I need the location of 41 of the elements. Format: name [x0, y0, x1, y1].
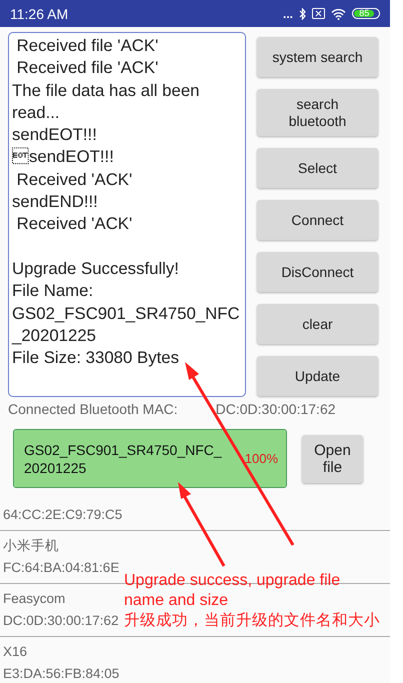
device-name: Feasycom: [3, 590, 66, 608]
device-address: E3:DA:56:FB:84:05: [3, 665, 120, 683]
log-line: The file data has all been read...: [12, 80, 201, 124]
file-name: GS02_FSC901_SR4750_NFC_20201225: [24, 440, 223, 476]
device-name: X16: [3, 643, 28, 661]
mac-address: DC:0D:30:00:17:62: [216, 401, 336, 417]
action-button[interactable]: search bluetooth: [257, 89, 378, 136]
more-dots: ...: [282, 6, 293, 20]
wifi-icon: [331, 8, 346, 20]
device-address: DC:0D:30:00:17:62: [3, 612, 119, 630]
device-item[interactable]: 64:CC:2E:C9:79:C5: [3, 504, 122, 526]
log-line: Received file 'ACK': [16, 35, 160, 57]
open-file-button[interactable]: Open file: [302, 434, 363, 482]
annotation-text: 升级成功，当前升级的文件名和大小: [124, 611, 381, 631]
device-item[interactable]: Feasycom DC:0D:30:00:17:62: [3, 588, 119, 632]
log-line: sendEOT!!!: [12, 124, 98, 146]
sim-icon: [312, 8, 325, 19]
device-name: 小米手机: [3, 537, 59, 555]
action-button[interactable]: DisConnect: [257, 252, 378, 292]
log-line: Received file 'ACK': [16, 57, 160, 80]
log-line: File Size: 33080 Bytes: [12, 347, 180, 370]
progress-percent: 100%: [244, 451, 278, 466]
action-button[interactable]: Connect: [257, 200, 378, 240]
log-line: Upgrade Successfully!: [12, 258, 180, 280]
log-line: sendEOT!!!: [12, 146, 115, 168]
status-time: 11:26 AM: [10, 6, 70, 22]
action-button[interactable]: Update: [257, 356, 378, 396]
action-button[interactable]: system search: [257, 37, 378, 77]
bluetooth-icon: [299, 8, 306, 20]
log-line: sendEND!!!: [12, 191, 99, 214]
device-address: FC:64:BA:04:81:6E: [3, 559, 120, 577]
annotation-text: Upgrade success, upgrade file name and size: [124, 571, 342, 611]
log-line: File Name: GS02_FSC901_SR4750_NFC_20201225: [12, 280, 241, 347]
log-line: Received 'ACK': [16, 168, 134, 191]
log-line: Received 'ACK': [16, 213, 134, 236]
action-button[interactable]: clear: [257, 304, 378, 344]
device-item[interactable]: 小米手机 FC:64:BA:04:81:6E: [3, 535, 120, 579]
mac-label: Connected Bluetooth MAC:: [8, 401, 178, 417]
action-button[interactable]: Select: [257, 148, 378, 188]
device-item[interactable]: X16 E3:DA:56:FB:84:05: [3, 641, 120, 683]
battery-icon: 85: [352, 8, 380, 19]
